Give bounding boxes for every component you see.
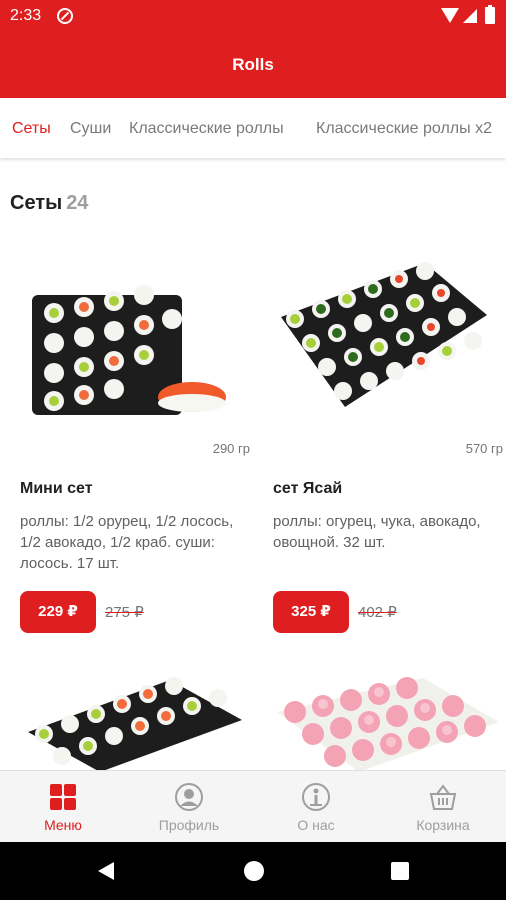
home-icon[interactable] xyxy=(244,861,264,881)
recent-apps-icon[interactable] xyxy=(391,862,409,880)
do-not-disturb-icon xyxy=(57,8,73,24)
price-button[interactable]: 229 ₽ xyxy=(20,591,96,633)
about-icon xyxy=(302,783,330,811)
nav-menu-label: Меню xyxy=(44,817,82,833)
nav-menu[interactable]: Меню xyxy=(0,771,126,843)
basket-icon xyxy=(429,784,457,810)
nav-about[interactable]: О нас xyxy=(253,771,379,843)
product-card[interactable] xyxy=(20,672,250,772)
app-bar: 2:33 Rolls xyxy=(0,0,506,98)
category-tabs: Сеты Суши Классические роллы Классически… xyxy=(0,98,506,158)
page-title: Rolls xyxy=(232,55,274,74)
wifi-icon xyxy=(441,8,459,23)
menu-grid-icon xyxy=(50,784,76,810)
tab-sushi[interactable]: Суши xyxy=(70,120,111,138)
product-image xyxy=(277,677,499,772)
price-button[interactable]: 325 ₽ xyxy=(273,591,349,633)
status-time: 2:33 xyxy=(10,7,42,24)
tab-sets[interactable]: Сеты xyxy=(12,120,51,138)
old-price: 402 ₽ xyxy=(358,604,397,621)
section-title: Сеты 24 xyxy=(10,192,88,215)
nav-profile[interactable]: Профиль xyxy=(126,771,252,843)
old-price: 275 ₽ xyxy=(105,604,144,621)
product-weight: 290 гр xyxy=(212,441,250,456)
tab-classic-rolls[interactable]: Классические роллы xyxy=(129,120,284,138)
product-name: сет Ясай xyxy=(273,480,343,497)
profile-icon xyxy=(175,783,203,811)
back-icon[interactable] xyxy=(98,862,114,880)
section-count: 24 xyxy=(66,192,89,214)
product-name: Мини сет xyxy=(20,480,93,497)
product-description: роллы: 1/2 орурец, 1/2 лосось, 1/2 авока… xyxy=(20,513,234,572)
battery-icon xyxy=(485,5,495,24)
product-description: роллы: огурец, чука, авокадо, овощной. 3… xyxy=(273,513,481,551)
nav-profile-label: Профиль xyxy=(158,817,220,833)
nav-about-label: О нас xyxy=(297,817,335,833)
product-image xyxy=(28,677,242,772)
nav-cart-label: Корзина xyxy=(416,817,470,833)
status-bar: 2:33 xyxy=(0,0,506,32)
tab-classic-rolls-x2[interactable]: Классические роллы x2 xyxy=(316,120,492,138)
nav-cart[interactable]: Корзина xyxy=(380,771,506,843)
product-weight: 570 гр xyxy=(465,441,503,456)
section-name: Сеты xyxy=(10,192,63,214)
bottom-navigation: Меню Профиль О нас Корзина xyxy=(0,770,506,842)
system-navigation-bar xyxy=(0,842,506,900)
product-image xyxy=(32,285,226,415)
product-image xyxy=(281,262,487,407)
signal-icon xyxy=(463,9,477,23)
product-card[interactable] xyxy=(273,672,503,772)
